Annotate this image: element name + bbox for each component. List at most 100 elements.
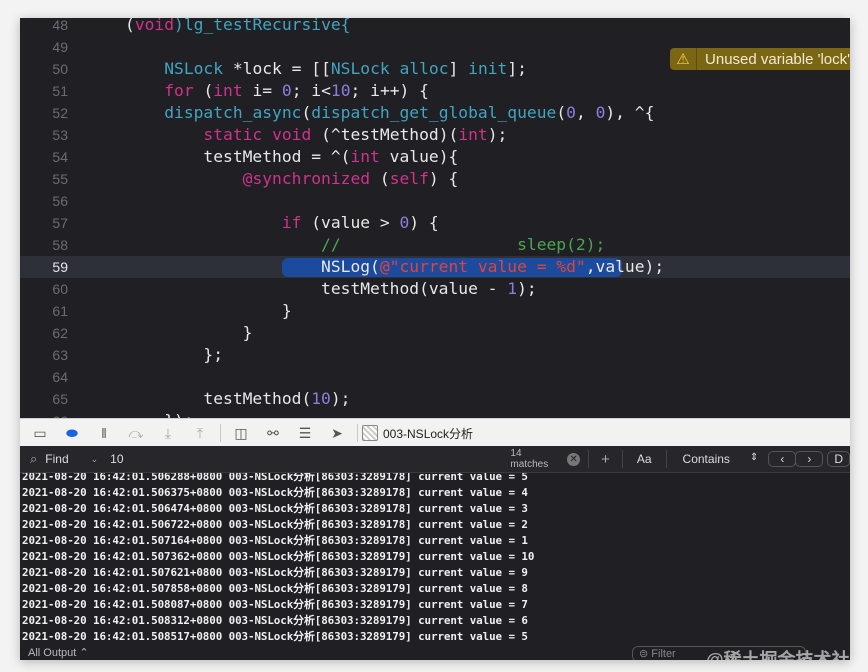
code-text: } [125, 300, 292, 322]
line-number: 56 [52, 193, 68, 209]
code-token: i= [242, 81, 282, 100]
code-line[interactable]: 55 @synchronized (self) { [20, 168, 850, 190]
line-number: 54 [52, 149, 68, 165]
code-line[interactable]: 64 [20, 366, 850, 388]
code-text: } [125, 322, 253, 344]
code-token: ); [330, 389, 351, 408]
code-token: }; [125, 345, 224, 364]
code-text: testMethod = ^(int value){ [125, 146, 458, 168]
log-line: 2021-08-20 16:42:01.506474+0800 003-NSLo… [22, 502, 528, 515]
pause-icon[interactable]: ‖ [88, 425, 120, 441]
clear-search-icon[interactable]: ✕ [567, 452, 581, 466]
code-line[interactable]: 51 for (int i= 0; i<10; i++) { [20, 80, 850, 102]
divider [220, 424, 221, 442]
code-line[interactable]: 53 static void (^testMethod)(int); [20, 124, 850, 146]
environment-overrides-icon[interactable]: ☰ [289, 425, 321, 442]
updown-chevron-icon: ⇕ [749, 452, 759, 463]
code-line[interactable]: 66 }); [20, 410, 850, 418]
code-text: }; [125, 344, 223, 366]
line-number: 58 [52, 237, 68, 253]
code-token: *lock = [[ [223, 59, 331, 78]
code-token: testMethod = ^( [125, 147, 351, 166]
add-filter-icon[interactable]: + [601, 451, 610, 468]
code-line[interactable]: 48 (void)lg_testRecursive{ [20, 18, 850, 36]
search-icon: ⌕ [30, 451, 38, 466]
output-selector[interactable]: All Output ⌃ [28, 646, 89, 659]
code-line[interactable]: 57 if (value > 0) { [20, 212, 850, 234]
code-token: ( [370, 169, 390, 188]
code-token: ) { [428, 169, 459, 188]
log-line: 2021-08-20 16:42:01.507621+0800 003-NSLo… [22, 566, 528, 579]
code-token: value){ [379, 147, 459, 166]
code-line[interactable]: 58 // sleep(2); [20, 234, 850, 256]
code-token: (^testMethod)( [311, 125, 459, 144]
code-text: if (value > 0) { [125, 212, 439, 234]
divider [588, 450, 590, 468]
code-token: ; i< [291, 81, 331, 100]
log-line: 2021-08-20 16:42:01.507858+0800 003-NSLo… [22, 582, 528, 595]
done-button[interactable]: D [827, 451, 850, 467]
next-match-button[interactable]: › [795, 451, 824, 467]
chevron-down-icon[interactable]: ⌄ [91, 454, 99, 465]
code-line[interactable]: 60 testMethod(value - 1); [20, 278, 850, 300]
line-number: 62 [52, 325, 68, 341]
code-token: ; i++) { [350, 81, 429, 100]
step-out-icon[interactable]: ⤒ [184, 425, 216, 442]
code-line[interactable]: 52 dispatch_async(dispatch_get_global_qu… [20, 102, 850, 124]
match-mode-label: Contains [682, 452, 730, 466]
match-mode-select[interactable]: Contains ⇕ [683, 452, 759, 466]
code-token: NSLock [164, 59, 224, 78]
target-selector[interactable]: 003-NSLock分析 [362, 425, 473, 442]
line-number: 48 [52, 18, 68, 33]
code-line[interactable]: 65 testMethod(10); [20, 388, 850, 410]
code-token: for [164, 81, 194, 100]
line-number: 57 [52, 215, 68, 231]
code-token: NSLock [330, 59, 390, 78]
code-token: ( [125, 18, 135, 34]
view-hierarchy-icon[interactable]: ◫ [225, 425, 257, 442]
previous-match-button[interactable]: ‹ [768, 451, 797, 467]
code-line[interactable]: 59 NSLog(@"current value = %d",value); [20, 256, 850, 278]
code-token: int [458, 125, 488, 144]
code-token: ), ^{ [605, 103, 655, 122]
code-token: } [125, 323, 253, 342]
find-mode-label[interactable]: Find [45, 452, 68, 466]
code-line[interactable]: 61 } [20, 300, 850, 322]
warning-annotation[interactable]: ⚠ Unused variable 'lock' [670, 48, 850, 70]
code-line[interactable]: 63 }; [20, 344, 850, 366]
code-line[interactable]: 54 testMethod = ^(int value){ [20, 146, 850, 168]
code-token: static [203, 125, 263, 144]
simulate-location-icon[interactable]: ➤ [321, 425, 353, 442]
code-text: static void (^testMethod)(int); [125, 124, 507, 146]
code-text: dispatch_async(dispatch_get_global_queue… [125, 102, 654, 124]
code-token: NSLog( [125, 257, 380, 276]
code-token: if [281, 213, 302, 232]
line-number: 55 [52, 171, 68, 187]
code-text: NSLog(@"current value = %d",value); [125, 256, 664, 278]
step-over-icon[interactable]: ⤼ [120, 425, 152, 442]
code-token: 1 [507, 279, 518, 298]
console-output[interactable]: 2021-08-20 16:42:01.506288+0800 003-NSLo… [20, 473, 850, 648]
match-case-button[interactable]: Aa [637, 452, 652, 466]
line-number: 60 [52, 281, 68, 297]
memory-graph-icon[interactable]: ⚯ [257, 425, 289, 442]
code-line[interactable]: 56 [20, 190, 850, 212]
code-line[interactable]: 62 } [20, 322, 850, 344]
line-number: 50 [52, 61, 68, 77]
breakpoints-toggle-icon[interactable]: ⬬ [56, 425, 88, 442]
find-input[interactable] [108, 451, 487, 467]
log-line: 2021-08-20 16:42:01.506722+0800 003-NSLo… [22, 518, 528, 531]
code-editor[interactable]: 48 (void)lg_testRecursive{49 50 NSLock *lo… [20, 18, 850, 418]
code-token: 10 [330, 81, 351, 100]
code-text: }); [125, 410, 193, 418]
match-count: 14 matches [510, 448, 549, 470]
code-token: int [213, 81, 243, 100]
code-token: }); [125, 411, 193, 418]
step-into-icon[interactable]: ⤓ [152, 425, 184, 442]
hide-debug-area-icon[interactable]: ▭ [24, 425, 56, 442]
